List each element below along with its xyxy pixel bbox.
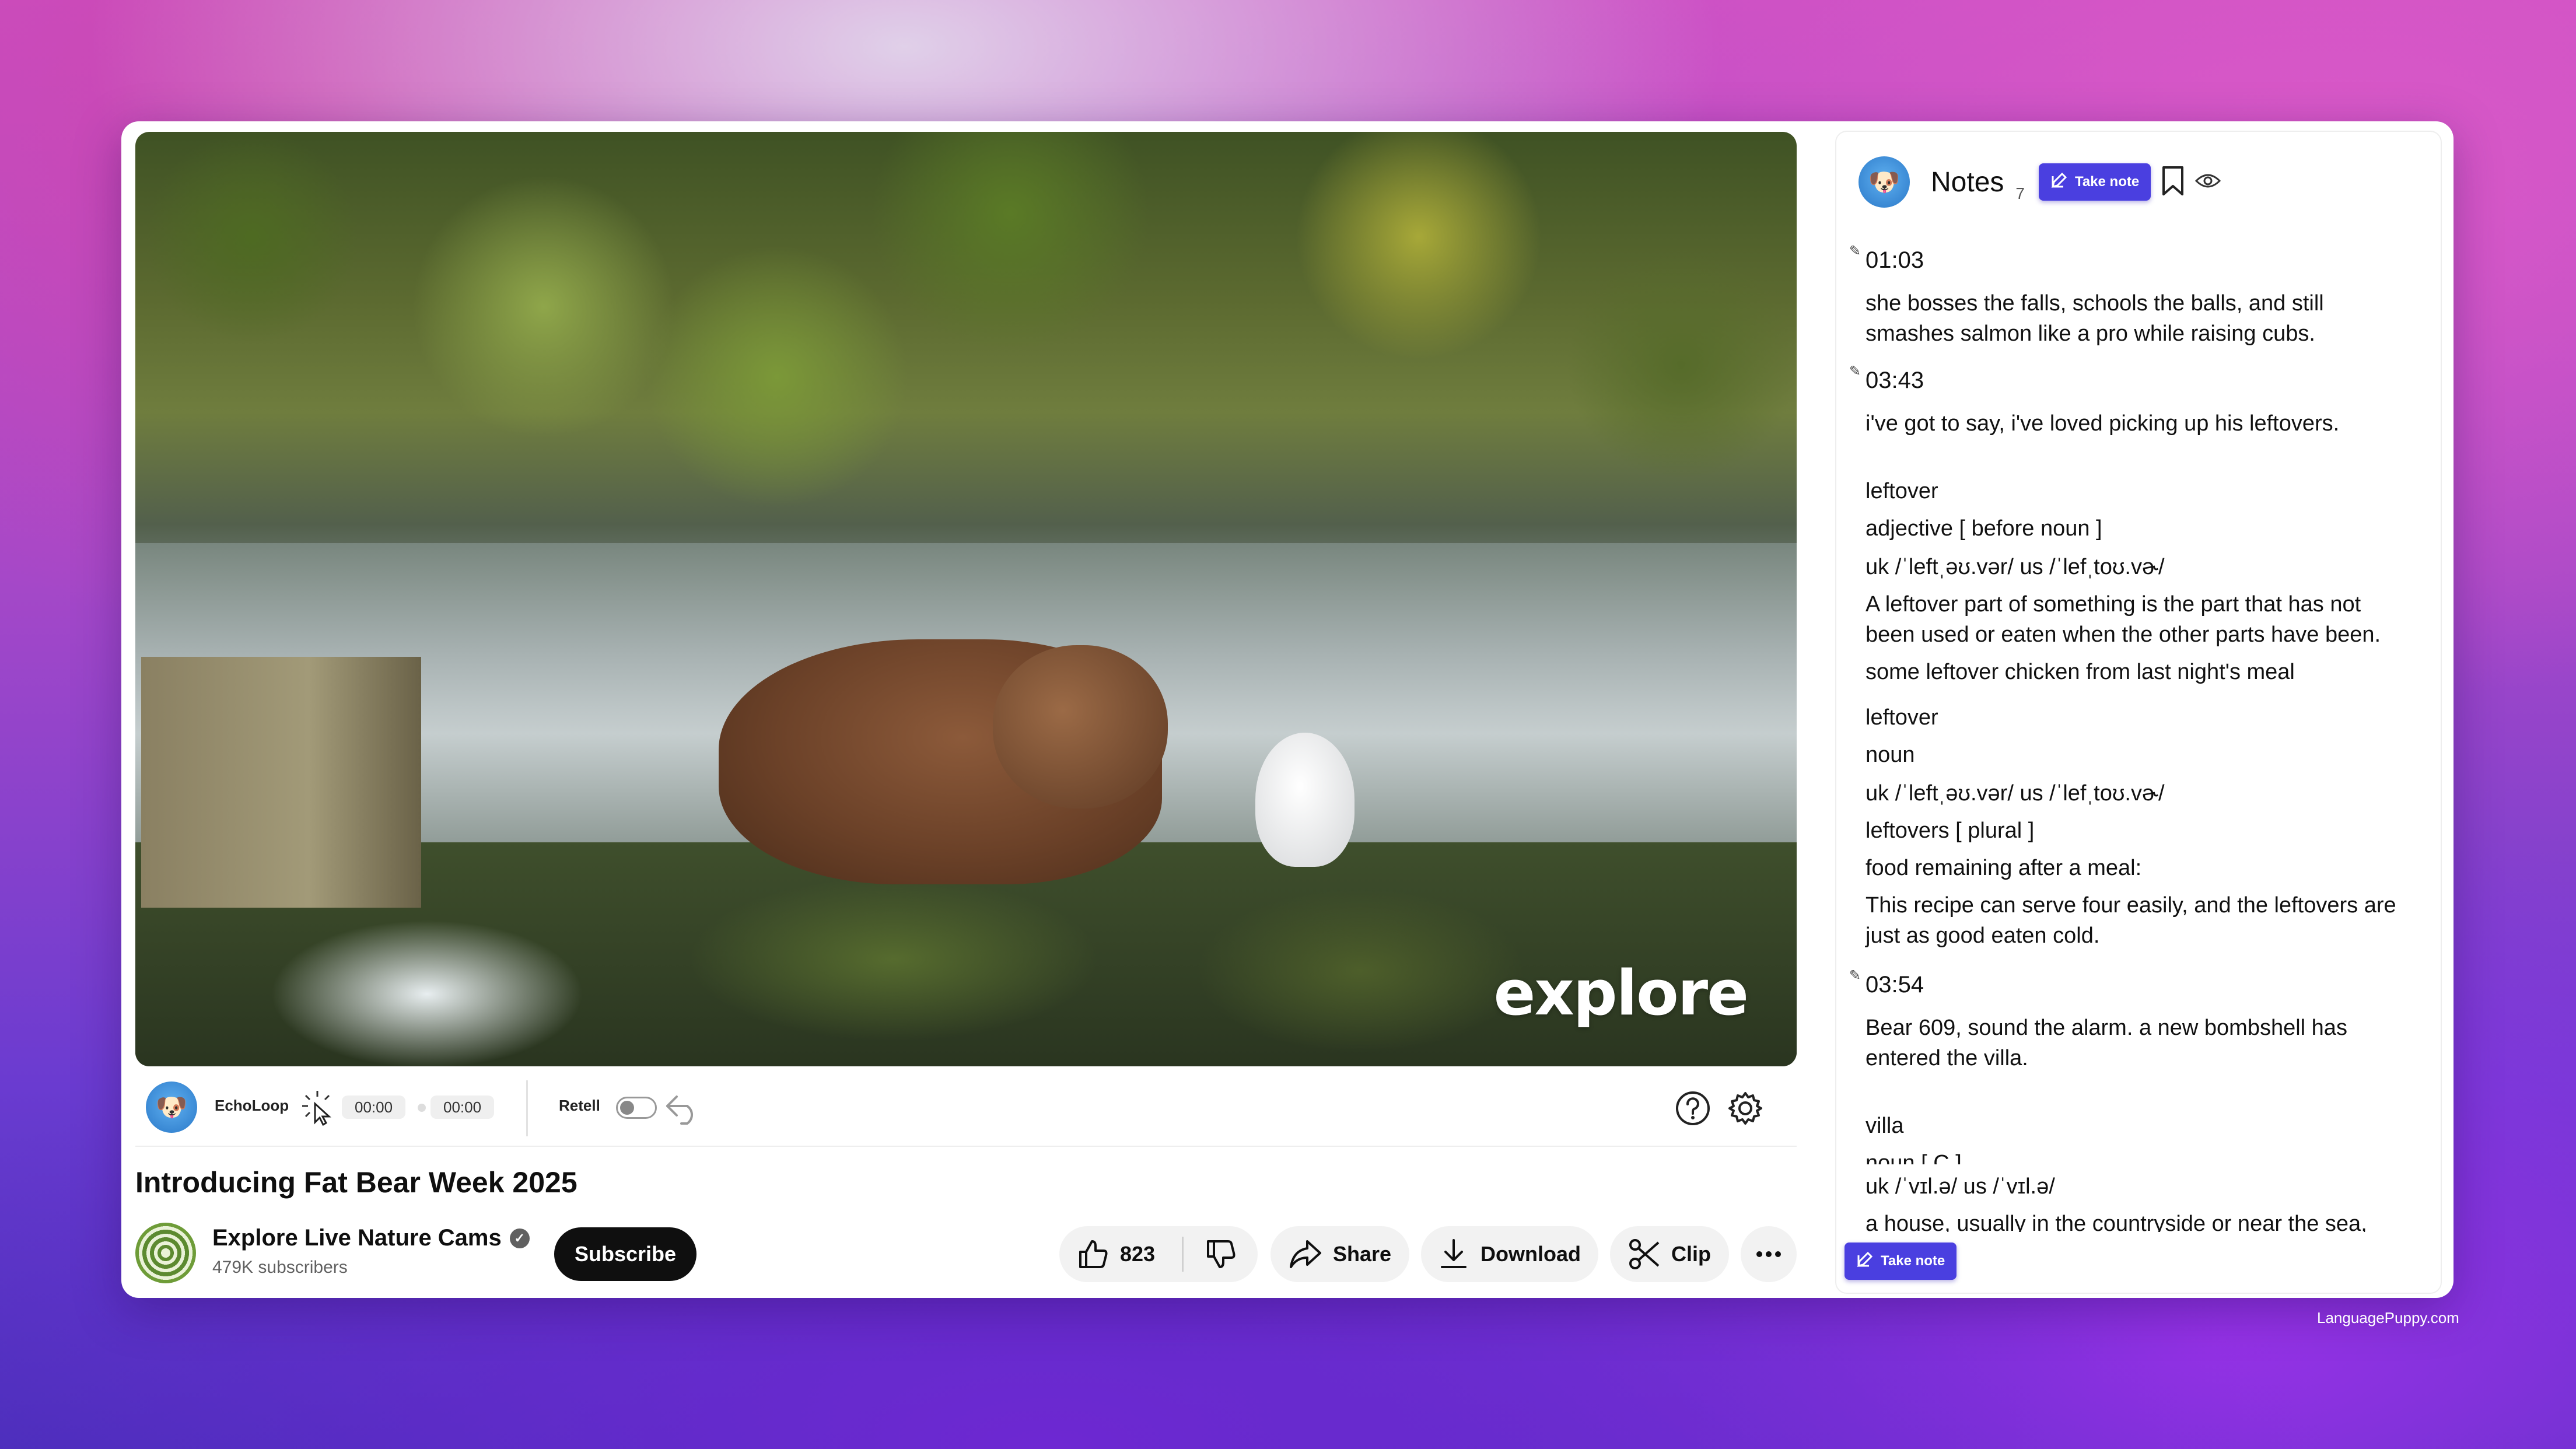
thumbs-up-icon [1077, 1238, 1110, 1270]
take-note-label: Take note [1881, 1253, 1945, 1269]
note-line: A leftover part of something is the part… [1866, 592, 2361, 617]
note-line: noun [ C ] [1866, 1151, 1962, 1164]
thumbs-down-icon [1205, 1238, 1237, 1270]
more-icon [1755, 1250, 1783, 1259]
loop-separator-dot [418, 1104, 426, 1112]
download-icon [1438, 1238, 1469, 1270]
note-line: leftover [1866, 479, 1938, 503]
channel-avatar[interactable] [135, 1223, 196, 1283]
note-line: just as good eaten cold. [1866, 923, 2100, 948]
video-frame-gull [1255, 733, 1354, 867]
undo-icon[interactable] [664, 1092, 701, 1125]
channel-name[interactable]: Explore Live Nature Cams [212, 1225, 502, 1251]
like-dislike-group: 823 [1059, 1226, 1258, 1282]
echoloop-avatar-icon[interactable]: 🐶 [146, 1082, 197, 1133]
clip-button[interactable]: Clip [1610, 1226, 1729, 1282]
subscriber-count: 479K subscribers [212, 1258, 348, 1277]
toolbar-divider [526, 1080, 528, 1136]
video-player[interactable]: explore [135, 132, 1797, 1066]
note-line: This recipe can serve four easily, and t… [1866, 893, 2396, 918]
notes-title: Notes [1931, 166, 2004, 198]
note-line: uk /ˈleftˌəʊ.vər/ us /ˈlefˌtoʊ.vɚ/ [1866, 781, 2165, 806]
notes-avatar-icon[interactable]: 🐶 [1859, 156, 1910, 208]
help-icon[interactable] [1674, 1090, 1712, 1127]
loop-start-time[interactable]: 00:00 [342, 1096, 406, 1119]
download-button[interactable]: Download [1421, 1226, 1598, 1282]
note-line: i've got to say, i've loved picking up h… [1866, 411, 2340, 436]
note-line: uk /ˈleftˌəʊ.vər/ us /ˈlefˌtoʊ.vɚ/ [1866, 555, 2165, 579]
note-line: leftovers [ plural ] [1866, 818, 2035, 843]
eye-icon[interactable] [2195, 172, 2221, 192]
verified-icon: ✓ [509, 1228, 530, 1248]
settings-icon[interactable] [1727, 1090, 1764, 1127]
note-line: smashes salmon like a pro while raising … [1866, 321, 2315, 346]
note-line: she bosses the falls, schools the balls,… [1866, 291, 2324, 316]
more-button[interactable] [1741, 1226, 1797, 1282]
notes-header: 🐶 Notes 7 Take note [1859, 156, 2221, 208]
edit-icon[interactable]: ✎ [1849, 967, 1861, 984]
note-line: food remaining after a meal: [1866, 856, 2142, 880]
note-line: adjective [ before noun ] [1866, 516, 2102, 541]
video-title: Introducing Fat Bear Week 2025 [135, 1166, 578, 1199]
video-frame-bear-head [993, 645, 1168, 808]
take-note-button[interactable]: Take note [2038, 163, 2151, 201]
note-line: Bear 609, sound the alarm. a new bombshe… [1866, 1016, 2347, 1040]
video-frame-foliage [135, 132, 1797, 543]
notes-count: 7 [2015, 184, 2025, 202]
echoloop-toolbar: 🐶 EchoLoop 00:00 00:00 Retell [135, 1070, 1797, 1147]
bookmark-icon[interactable] [2160, 165, 2186, 200]
retell-label: Retell [559, 1097, 600, 1114]
take-note-label: Take note [2074, 174, 2140, 190]
clip-label: Clip [1671, 1242, 1711, 1266]
note-line: leftover [1866, 705, 1938, 730]
download-label: Download [1480, 1242, 1581, 1266]
app-window: explore 🐶 EchoLoop 00:00 00:00 Retell In… [121, 121, 2454, 1298]
channel-name-row[interactable]: Explore Live Nature Cams ✓ [212, 1225, 530, 1251]
scissors-icon [1628, 1238, 1661, 1270]
note-line: villa [1866, 1114, 1904, 1138]
note-line: entered the villa. [1866, 1046, 2028, 1070]
echoloop-label: EchoLoop [215, 1097, 289, 1114]
note-line: uk /ˈvɪl.ə/ us /ˈvɪl.ə/ [1866, 1174, 2055, 1199]
video-watermark: explore [1493, 957, 1749, 1029]
share-icon [1289, 1238, 1322, 1270]
loop-end-time[interactable]: 00:00 [430, 1096, 495, 1119]
edit-icon [1856, 1251, 1874, 1272]
note-timestamp[interactable]: 01:03 [1866, 247, 1924, 274]
edit-icon[interactable]: ✎ [1849, 243, 1861, 260]
note-timestamp[interactable]: 03:43 [1866, 368, 1924, 394]
video-frame-pillar [141, 657, 421, 908]
like-count: 823 [1120, 1242, 1156, 1266]
note-line: noun [1866, 743, 1915, 767]
note-line: been used or eaten when the other parts … [1866, 622, 2381, 647]
share-button[interactable]: Share [1270, 1226, 1409, 1282]
note-timestamp[interactable]: 03:54 [1866, 972, 1924, 998]
retell-toggle[interactable] [616, 1097, 657, 1119]
note-line: some leftover chicken from last night's … [1866, 660, 2295, 684]
subscribe-button[interactable]: Subscribe [554, 1227, 696, 1281]
like-button[interactable]: 823 [1059, 1238, 1182, 1270]
edit-icon [2050, 172, 2068, 193]
footer-credit[interactable]: LanguagePuppy.com [2317, 1309, 2459, 1327]
share-label: Share [1332, 1242, 1392, 1266]
dislike-button[interactable] [1184, 1238, 1237, 1270]
edit-icon[interactable]: ✎ [1849, 363, 1861, 380]
note-line: a house, usually in the countryside or n… [1866, 1212, 2367, 1232]
cursor-sparkle-icon[interactable] [300, 1088, 335, 1126]
take-note-bottom-button[interactable]: Take note [1845, 1242, 1957, 1280]
notes-list: ✎ 01:03 she bosses the falls, schools th… [1836, 231, 2441, 1164]
notes-panel: 🐶 Notes 7 Take note ✎ 01:03 she bosses t… [1836, 132, 2441, 1293]
